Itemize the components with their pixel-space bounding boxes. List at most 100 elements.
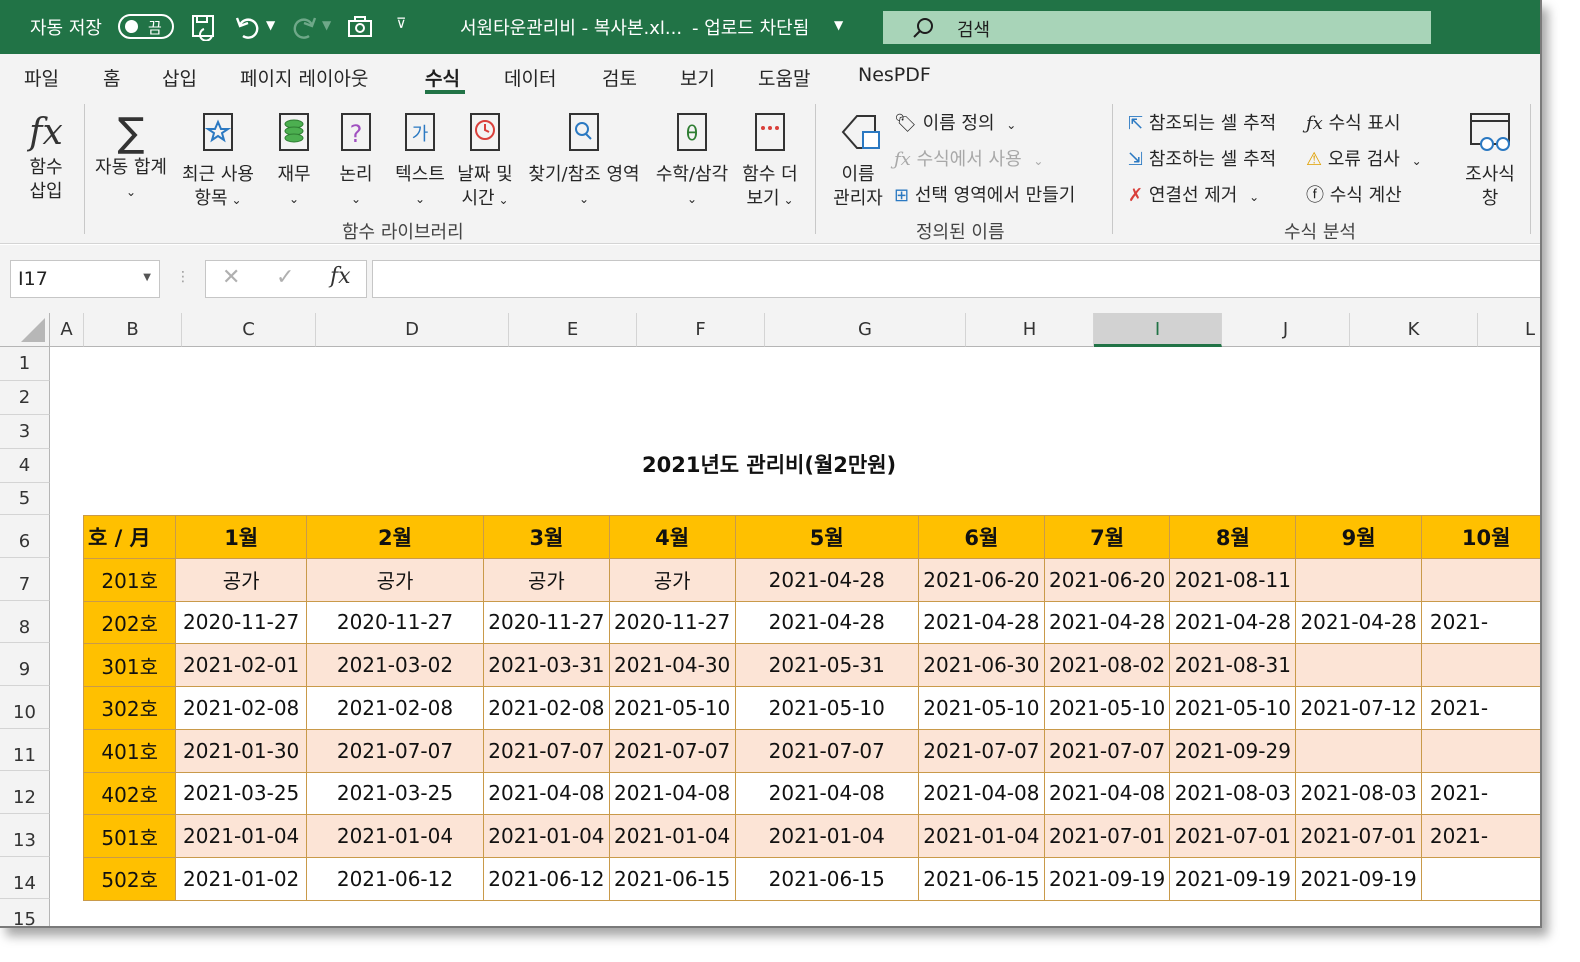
data-cell[interactable]: 2021-06-12	[305, 857, 485, 901]
drag-handle-icon[interactable]: ⋮	[176, 269, 190, 285]
row-header-10[interactable]: 10	[0, 686, 50, 729]
evaluate-formula-button[interactable]: ⓕ 수식 계산	[1306, 181, 1402, 207]
tab-formulas[interactable]: 수식	[425, 64, 460, 91]
data-cell[interactable]: 2021-07-07	[917, 728, 1045, 773]
select-all-corner[interactable]	[0, 313, 50, 347]
undo-dropdown-icon[interactable]: ▼	[266, 18, 275, 32]
text-button[interactable]: 가 텍스트 ⌄	[390, 110, 450, 211]
unit-cell[interactable]: 501호	[82, 814, 177, 858]
data-cell[interactable]: 2021-01-30	[175, 728, 307, 773]
data-cell[interactable]: 2021-07-01	[1169, 814, 1297, 858]
data-cell[interactable]: 2021-	[1420, 771, 1540, 816]
data-cell[interactable]: 2021-05-10	[1043, 686, 1171, 730]
data-cell[interactable]: 2021-02-01	[175, 643, 307, 687]
data-cell[interactable]: 2021-05-10	[917, 686, 1045, 730]
tab-insert[interactable]: 삽입	[162, 64, 197, 91]
data-cell[interactable]: 2020-11-27	[175, 600, 307, 645]
math-button[interactable]: θ 수학/삼각 ⌄	[652, 110, 732, 211]
trace-dependents-button[interactable]: ⇲ 참조하는 셀 추적	[1128, 145, 1276, 171]
formula-input[interactable]	[372, 260, 1540, 298]
unit-cell[interactable]: 201호	[82, 557, 177, 602]
header-cell[interactable]: 9월	[1295, 515, 1422, 559]
data-cell[interactable]: 2021-03-25	[175, 771, 307, 816]
row-header-13[interactable]: 13	[0, 814, 50, 857]
column-header-h[interactable]: H	[966, 313, 1094, 347]
row-header-6[interactable]: 6	[0, 515, 50, 558]
tab-home[interactable]: 홈	[103, 64, 120, 91]
error-checking-button[interactable]: ⚠ 오류 검사 ⌄	[1306, 145, 1422, 171]
column-header-e[interactable]: E	[509, 313, 637, 347]
data-cell[interactable]: 2021-06-15	[734, 857, 919, 901]
row-header-7[interactable]: 7	[0, 558, 50, 601]
data-cell[interactable]: 2021-01-04	[917, 814, 1045, 858]
data-cell[interactable]: 공가	[483, 557, 610, 602]
use-in-formula-button[interactable]: ƒx 수식에서 사용 ⌄	[894, 145, 1043, 171]
tab-view[interactable]: 보기	[680, 64, 715, 91]
data-cell[interactable]: 2021-07-01	[1043, 814, 1171, 858]
column-header-c[interactable]: C	[182, 313, 316, 347]
row-header-12[interactable]: 12	[0, 771, 50, 814]
data-cell[interactable]: 2021-06-12	[483, 857, 610, 901]
header-cell[interactable]: 4월	[608, 515, 736, 559]
data-cell[interactable]: 2021-	[1420, 686, 1540, 730]
data-cell[interactable]: 2021-09-19	[1043, 857, 1171, 901]
trace-precedents-button[interactable]: ⇱ 참조되는 셀 추적	[1128, 109, 1276, 135]
header-cell[interactable]: 호 / 月	[82, 515, 177, 559]
data-cell[interactable]: 2021-02-08	[175, 686, 307, 730]
data-cell[interactable]: 2021-07-07	[305, 728, 485, 773]
header-cell[interactable]: 6월	[917, 515, 1045, 559]
customize-toolbar-icon[interactable]: ⊽	[396, 16, 406, 32]
tab-page-layout[interactable]: 페이지 레이아웃	[240, 64, 368, 91]
undo-icon[interactable]	[234, 13, 262, 41]
name-manager-button[interactable]: 이름 관리자	[828, 110, 888, 211]
data-cell[interactable]: 2021-07-07	[734, 728, 919, 773]
data-cell[interactable]	[1420, 557, 1540, 602]
data-cell[interactable]: 2021-01-04	[734, 814, 919, 858]
row-header-11[interactable]: 11	[0, 729, 50, 771]
data-cell[interactable]: 2021-03-02	[305, 643, 485, 687]
data-cell[interactable]: 2021-07-07	[608, 728, 736, 773]
data-cell[interactable]: 2021-07-12	[1295, 686, 1422, 730]
row-header-1[interactable]: 1	[0, 347, 50, 381]
data-cell[interactable]: 2021-06-20	[1043, 557, 1171, 602]
data-cell[interactable]: 2021-03-31	[483, 643, 610, 687]
header-cell[interactable]: 2월	[305, 515, 485, 559]
tab-file[interactable]: 파일	[24, 64, 59, 91]
data-cell[interactable]: 2021-04-08	[608, 771, 736, 816]
show-formulas-button[interactable]: ƒx 수식 표시	[1306, 109, 1401, 135]
logical-button[interactable]: ? 논리 ⌄	[334, 110, 378, 211]
data-cell[interactable]: 2021-07-01	[1295, 814, 1422, 858]
column-header-l[interactable]: L	[1478, 313, 1540, 347]
data-cell[interactable]: 2021-06-15	[608, 857, 736, 901]
row-header-15[interactable]: 15	[0, 899, 50, 926]
sheet-title[interactable]: 2021년도 관리비(월2만원)	[642, 449, 896, 479]
data-cell[interactable]: 2021-06-15	[917, 857, 1045, 901]
row-header-4[interactable]: 4	[0, 449, 50, 483]
data-cell[interactable]: 2021-04-28	[734, 600, 919, 645]
data-cell[interactable]: 2021-04-08	[917, 771, 1045, 816]
header-cell[interactable]: 3월	[483, 515, 610, 559]
tab-data[interactable]: 데이터	[504, 64, 556, 91]
save-icon[interactable]	[190, 13, 218, 41]
unit-cell[interactable]: 301호	[82, 643, 177, 687]
tab-help[interactable]: 도움말	[758, 64, 810, 91]
confirm-icon[interactable]: ✓	[276, 265, 294, 290]
unit-cell[interactable]: 502호	[82, 857, 177, 901]
column-header-d[interactable]: D	[316, 313, 509, 347]
row-header-8[interactable]: 8	[0, 601, 50, 643]
column-header-a[interactable]: A	[50, 313, 84, 347]
header-cell[interactable]: 7월	[1043, 515, 1171, 559]
data-cell[interactable]: 공가	[175, 557, 307, 602]
column-header-b[interactable]: B	[84, 313, 182, 347]
unit-cell[interactable]: 302호	[82, 686, 177, 730]
data-cell[interactable]: 2021-04-28	[1295, 600, 1422, 645]
data-cell[interactable]: 2021-	[1420, 600, 1540, 645]
unit-cell[interactable]: 402호	[82, 771, 177, 816]
column-header-j[interactable]: J	[1222, 313, 1350, 347]
header-cell[interactable]: 8월	[1169, 515, 1297, 559]
row-header-14[interactable]: 14	[0, 857, 50, 899]
data-cell[interactable]	[1295, 557, 1422, 602]
chevron-down-icon[interactable]: ▼	[143, 272, 151, 283]
data-cell[interactable]: 2021-04-08	[1043, 771, 1171, 816]
data-cell[interactable]	[1420, 643, 1540, 687]
